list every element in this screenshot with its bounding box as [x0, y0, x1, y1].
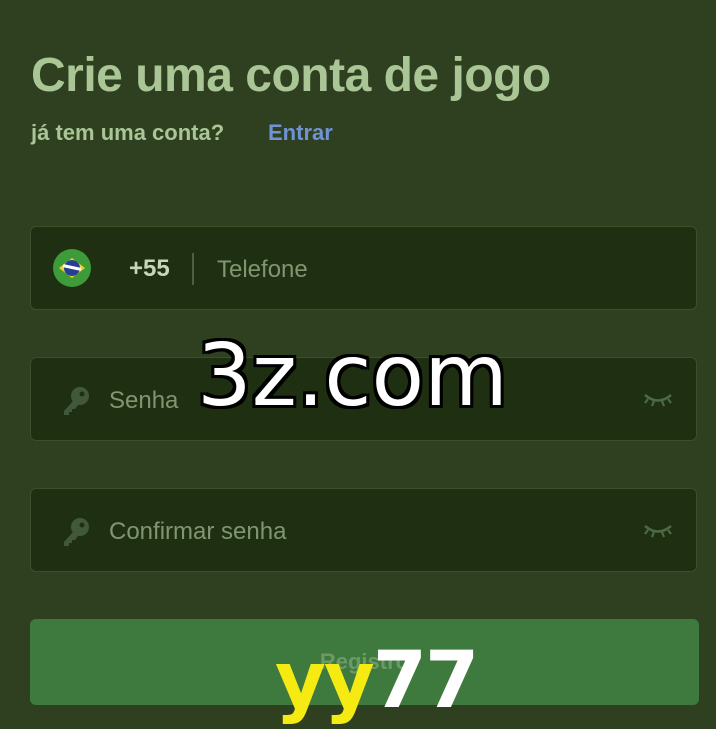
page-title: Crie uma conta de jogo	[31, 49, 551, 102]
confirm-password-field	[30, 488, 697, 572]
dial-code[interactable]: +55	[129, 255, 170, 283]
field-divider	[192, 253, 194, 285]
confirm-password-input[interactable]	[107, 511, 631, 553]
have-account-text: já tem uma conta?	[31, 120, 225, 145]
key-icon	[64, 518, 89, 546]
brazil-flag-icon[interactable]	[53, 249, 91, 287]
phone-input[interactable]	[215, 249, 679, 291]
eye-closed-icon[interactable]	[642, 521, 674, 541]
phone-field: +55	[30, 226, 697, 310]
password-field	[30, 357, 697, 441]
register-button[interactable]: Registro	[30, 619, 699, 705]
eye-closed-icon[interactable]	[642, 390, 674, 410]
login-link[interactable]: Entrar	[268, 120, 333, 146]
password-input[interactable]	[107, 380, 631, 422]
key-icon	[64, 387, 89, 415]
